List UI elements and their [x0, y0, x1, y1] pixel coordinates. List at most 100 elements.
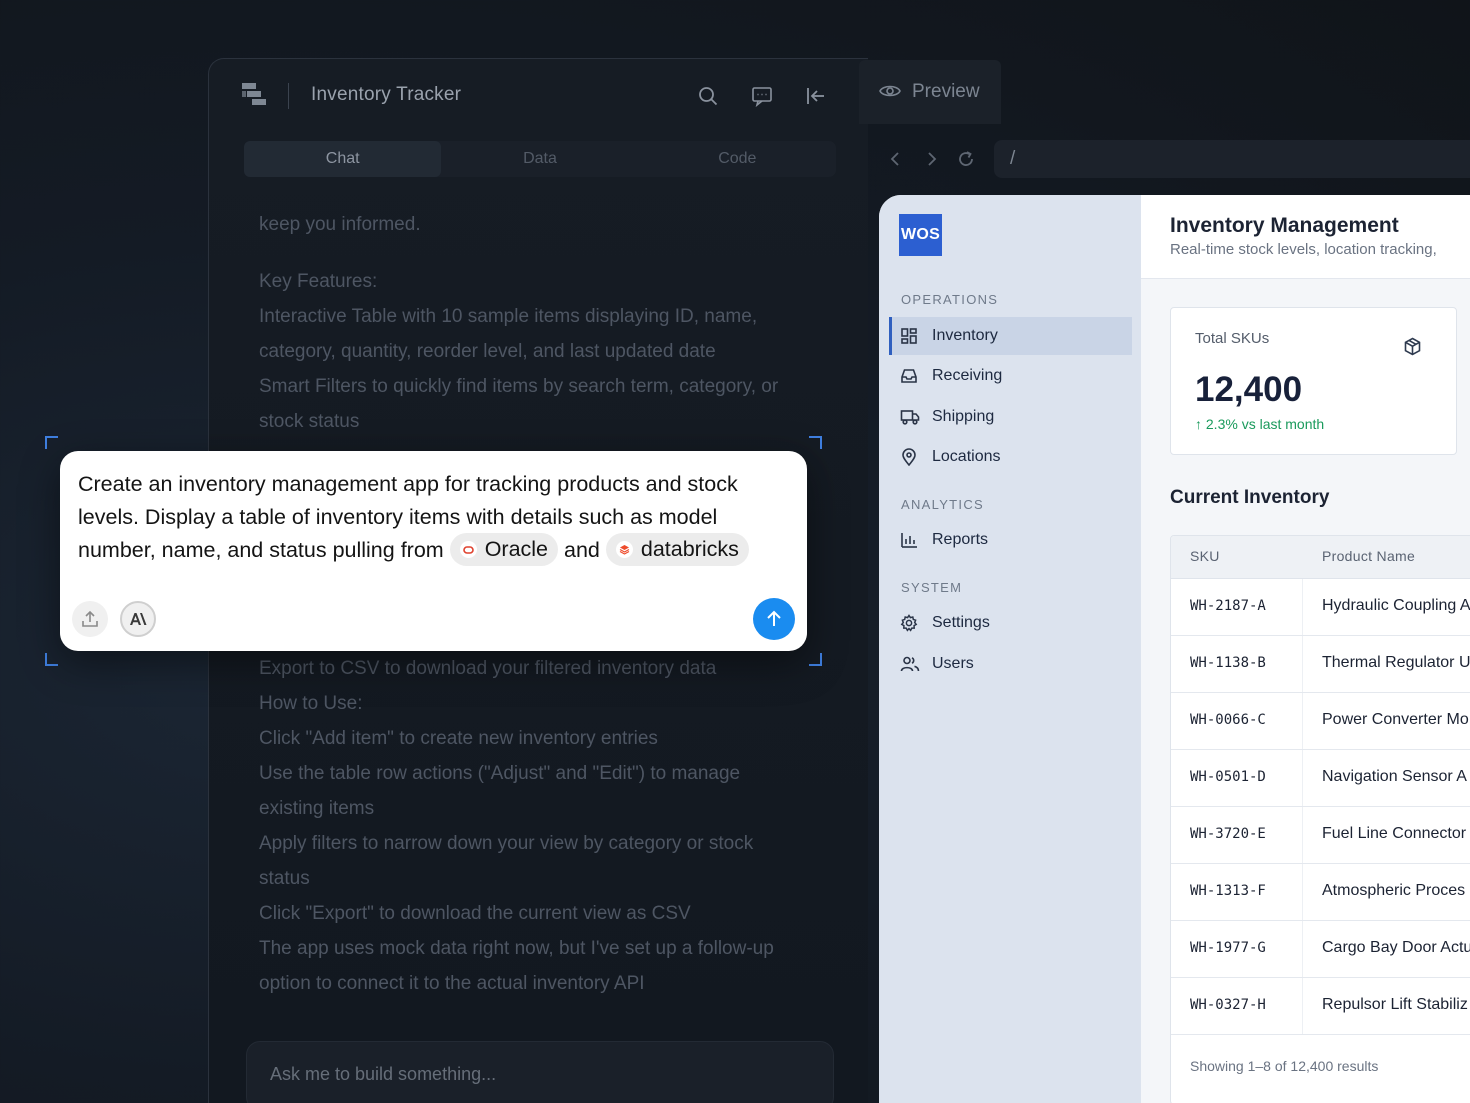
- chat-log-continued: Export to CSV to download your filtered …: [259, 651, 829, 1001]
- sidebar-item-inventory[interactable]: Inventory: [889, 317, 1132, 355]
- table-row[interactable]: WH-1977-G Cargo Bay Door Actu: [1171, 921, 1470, 978]
- sku-cell: WH-1313-F: [1190, 883, 1266, 899]
- databricks-chip[interactable]: databricks: [605, 533, 749, 567]
- tab-chat[interactable]: Chat: [244, 141, 442, 177]
- gear-icon: [900, 614, 922, 632]
- tab-code[interactable]: Code: [639, 141, 836, 177]
- inventory-table-title: Current Inventory: [1170, 487, 1330, 508]
- box-icon: [1403, 337, 1422, 356]
- users-icon: [900, 655, 922, 673]
- reload-icon[interactable]: [957, 150, 975, 168]
- url-text: /: [1010, 148, 1016, 169]
- table-row[interactable]: WH-0066-C Power Converter Mo: [1171, 693, 1470, 750]
- sku-cell: WH-1138-B: [1190, 655, 1266, 671]
- product-name-cell: Hydraulic Coupling A: [1322, 597, 1470, 614]
- column-header-product-name[interactable]: Product Name: [1322, 548, 1415, 564]
- oracle-chip[interactable]: Oracle: [449, 533, 559, 567]
- preview-app: WOS OPERATIONS Inventory Receiving Shipp…: [879, 195, 1470, 1103]
- prompt-line-prefix: number, name, and status pulling from: [78, 538, 444, 562]
- app-logo-icon: [242, 83, 266, 109]
- prompt-composer[interactable]: Create an inventory management app for t…: [60, 451, 807, 651]
- section-label-system: SYSTEM: [901, 580, 963, 595]
- sidebar-item-label: Locations: [932, 448, 1001, 465]
- chat-line: Smart Filters to quickly find items by s…: [259, 376, 779, 397]
- back-icon[interactable]: [887, 150, 905, 168]
- upload-icon: [81, 610, 99, 628]
- sku-cell: WH-0066-C: [1190, 712, 1266, 728]
- app-main: Inventory Management Real-time stock lev…: [1141, 195, 1470, 1103]
- sidebar-item-label: Settings: [932, 614, 990, 631]
- chat-line: Click "Add item" to create new inventory…: [259, 728, 658, 749]
- table-row[interactable]: WH-2187-A Hydraulic Coupling A: [1171, 579, 1470, 636]
- sku-cell: WH-3720-E: [1190, 826, 1266, 842]
- pagination-summary: Showing 1–8 of 12,400 results: [1190, 1058, 1379, 1074]
- prompt-line-3: number, name, and status pulling from Or…: [78, 533, 793, 567]
- chat-line: Export to CSV to download your filtered …: [259, 658, 717, 679]
- databricks-chip-label: databricks: [640, 537, 739, 562]
- sidebar-item-users[interactable]: Users: [889, 645, 1132, 683]
- sidebar-item-settings[interactable]: Settings: [889, 604, 1132, 642]
- upload-button[interactable]: [72, 601, 108, 637]
- sidebar-item-locations[interactable]: Locations: [889, 438, 1132, 476]
- sku-cell: WH-2187-A: [1190, 598, 1266, 614]
- app-header: Inventory Management Real-time stock lev…: [1141, 195, 1470, 279]
- sidebar-item-reports[interactable]: Reports: [889, 521, 1132, 559]
- table-row[interactable]: WH-3720-E Fuel Line Connector: [1171, 807, 1470, 864]
- collapse-panel-icon[interactable]: [805, 85, 827, 107]
- header-divider: [288, 83, 289, 109]
- prompt-line: levels. Display a table of inventory ite…: [78, 505, 718, 529]
- product-name-cell: Repulsor Lift Stabiliz: [1322, 996, 1468, 1013]
- product-name-cell: Cargo Bay Door Actu: [1322, 939, 1470, 956]
- chat-log: keep you informed. Key Features: Interac…: [259, 207, 829, 439]
- chat-input-placeholder: Ask me to build something...: [270, 1064, 497, 1084]
- sku-cell: WH-1977-G: [1190, 940, 1266, 956]
- sidebar-item-label: Receiving: [932, 367, 1003, 384]
- table-row[interactable]: WH-1313-F Atmospheric Proces: [1171, 864, 1470, 921]
- prompt-text[interactable]: Create an inventory management app for t…: [78, 468, 793, 567]
- chat-line: Interactive Table with 10 sample items d…: [259, 306, 758, 327]
- section-label-operations: OPERATIONS: [901, 292, 999, 307]
- model-selector-button[interactable]: [120, 601, 156, 637]
- focus-corner: [45, 436, 58, 449]
- preview-tab[interactable]: Preview: [859, 60, 1001, 124]
- message-icon[interactable]: [751, 85, 773, 107]
- stat-value: 12,400: [1195, 370, 1303, 409]
- focus-corner: [809, 653, 822, 666]
- chat-line: stock status: [259, 411, 360, 432]
- builder-header: Inventory Tracker: [209, 59, 868, 131]
- chat-line: Apply filters to narrow down your view b…: [259, 833, 754, 854]
- sidebar-item-label: Shipping: [932, 408, 995, 425]
- table-row[interactable]: WH-0501-D Navigation Sensor A: [1171, 750, 1470, 807]
- product-name-cell: Atmospheric Proces: [1322, 882, 1466, 899]
- product-name-cell: Power Converter Mo: [1322, 711, 1469, 728]
- sidebar-item-receiving[interactable]: Receiving: [889, 357, 1132, 395]
- chat-input[interactable]: Ask me to build something...: [246, 1041, 834, 1103]
- inbox-icon: [900, 367, 922, 385]
- stat-card-total-skus: Total SKUs 12,400 ↑ 2.3% vs last month: [1170, 307, 1457, 455]
- inventory-table: SKU Product Name WH-2187-A Hydraulic Cou…: [1170, 535, 1470, 1103]
- search-icon[interactable]: [697, 85, 719, 107]
- url-bar[interactable]: /: [994, 140, 1470, 178]
- chat-line: How to Use:: [259, 693, 363, 714]
- send-button[interactable]: [753, 598, 795, 640]
- builder-tabs: Chat Data Code: [244, 141, 836, 177]
- databricks-icon: [615, 541, 633, 559]
- sku-cell: WH-0327-H: [1190, 997, 1266, 1013]
- chat-line: Key Features:: [259, 271, 378, 292]
- sku-cell: WH-0501-D: [1190, 769, 1266, 785]
- table-row[interactable]: WH-1138-B Thermal Regulator U: [1171, 636, 1470, 693]
- sidebar-item-label: Reports: [932, 531, 989, 548]
- table-row[interactable]: WH-0327-H Repulsor Lift Stabiliz: [1171, 978, 1470, 1035]
- product-name-cell: Thermal Regulator U: [1322, 654, 1470, 671]
- sidebar-item-label: Inventory: [932, 327, 998, 344]
- column-header-sku[interactable]: SKU: [1190, 548, 1220, 564]
- map-pin-icon: [900, 448, 922, 466]
- tab-data[interactable]: Data: [441, 141, 638, 177]
- eye-icon: [879, 82, 901, 100]
- chat-line: keep you informed.: [259, 214, 421, 235]
- chat-line: The app uses mock data right now, but I'…: [259, 938, 774, 959]
- wos-logo[interactable]: WOS: [899, 214, 942, 256]
- sidebar-item-shipping[interactable]: Shipping: [889, 398, 1132, 436]
- arrow-up-icon: [764, 609, 784, 629]
- forward-icon[interactable]: [922, 150, 940, 168]
